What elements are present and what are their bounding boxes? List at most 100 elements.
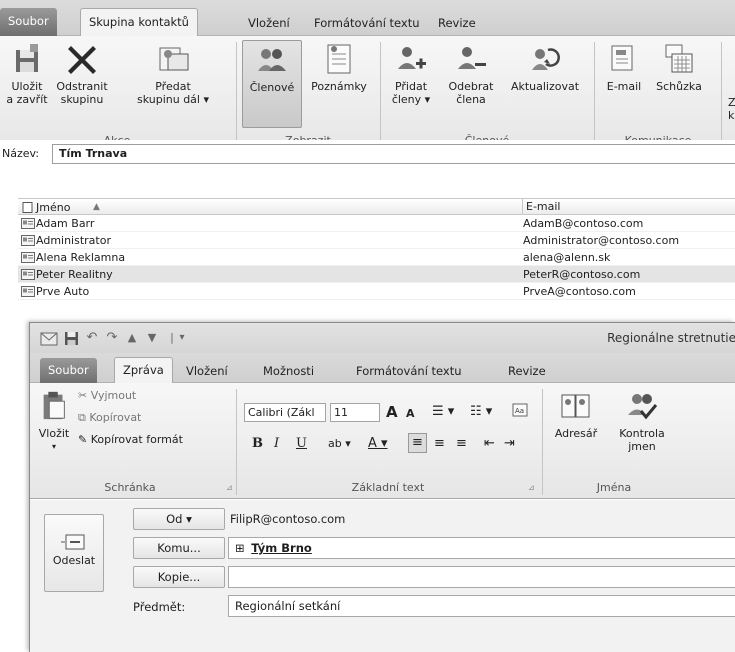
send-label: Odeslat	[52, 554, 96, 567]
forward-group-label-2: skupinu dál ▾	[136, 93, 209, 106]
tab-file[interactable]: Soubor	[40, 358, 97, 383]
compose-header: Odeslat Od ▾ FilipR@contoso.com Komu... …	[30, 500, 735, 652]
dialog-launcher-icon[interactable]: ⊿	[226, 483, 233, 492]
member-row[interactable]: Peter Realitny PeterR@contoso.com	[18, 266, 735, 283]
contact-card-icon	[21, 218, 35, 229]
align-center-icon[interactable]: ≡	[434, 435, 445, 453]
tab-review[interactable]: Revize	[500, 361, 554, 383]
next-item-icon[interactable]: ▼	[144, 330, 160, 346]
align-left-icon[interactable]: ≡	[408, 433, 427, 453]
update-now-button[interactable]: Aktualizovat	[504, 42, 586, 93]
remove-member-button[interactable]: Odebrat člena	[440, 42, 502, 106]
notes-view-label: Poznámky	[311, 80, 367, 93]
member-row[interactable]: Alena Reklamna alena@alenn.sk	[18, 249, 735, 266]
highlight-icon[interactable]: ab ▾	[328, 435, 351, 453]
member-name: Administrator	[36, 234, 111, 247]
send-icon	[61, 534, 85, 550]
shrink-font-icon[interactable]: A	[406, 405, 415, 423]
grow-font-icon[interactable]: A	[386, 403, 398, 421]
redo-icon[interactable]: ↷	[104, 330, 120, 346]
tab-insert[interactable]: Vložení	[240, 12, 298, 36]
bold-icon[interactable]: B	[252, 435, 263, 453]
align-right-icon[interactable]: ≡	[456, 435, 467, 453]
group-label-names: Jména	[596, 481, 632, 494]
customize-qat-icon[interactable]: ▾	[174, 330, 190, 346]
member-email: Administrator@contoso.com	[523, 234, 680, 247]
group-separator	[236, 389, 237, 495]
check-names-button[interactable]: Kontrola jmen	[610, 389, 674, 453]
email-button[interactable]: E-mail	[604, 42, 644, 93]
increase-indent-icon[interactable]: ⇥	[504, 435, 515, 453]
column-header-name[interactable]: Jméno	[36, 201, 70, 214]
numbering-icon[interactable]: ☷ ▾	[470, 403, 492, 421]
save-close-button[interactable]: Uložit a zavřít	[0, 42, 54, 106]
add-members-button[interactable]: Přidat členy ▾	[386, 42, 436, 106]
font-size-combo[interactable]: 11	[330, 403, 380, 422]
save-close-icon	[16, 44, 38, 72]
clear-formatting-icon[interactable]: Aa	[512, 403, 528, 419]
dialog-launcher-icon[interactable]: ⊿	[528, 483, 535, 492]
notes-icon	[327, 44, 351, 74]
copy-label: Kopírovat	[89, 411, 142, 424]
expand-group-icon[interactable]: ⊞	[235, 541, 245, 555]
ribbon-cutoff-label-1: Z	[728, 96, 735, 109]
notes-view-button[interactable]: Poznámky	[304, 42, 374, 93]
member-row[interactable]: Administrator Administrator@contoso.com	[18, 232, 735, 249]
add-members-label-2: členy ▾	[391, 93, 431, 106]
paste-button[interactable]: Vložit ▾	[34, 387, 74, 453]
sort-arrow-icon: ▲	[93, 202, 100, 212]
delete-group-button[interactable]: Odstranit skupinu	[50, 42, 114, 106]
member-row[interactable]: Prve Auto PrveA@contoso.com	[18, 283, 735, 300]
email-icon	[611, 45, 633, 71]
tab-format-text[interactable]: Formátování textu	[348, 361, 470, 383]
to-button[interactable]: Komu...	[133, 537, 225, 559]
send-button[interactable]: Odeslat	[44, 514, 104, 592]
tab-review[interactable]: Revize	[430, 12, 484, 36]
svg-text:Aa: Aa	[515, 407, 524, 415]
tab-format-text[interactable]: Formátování textu	[306, 12, 428, 36]
contact-card-icon	[21, 286, 35, 297]
member-email: PeterR@contoso.com	[523, 268, 641, 281]
member-email: alena@alenn.sk	[523, 251, 611, 264]
cc-field[interactable]	[228, 566, 735, 588]
check-names-icon	[628, 394, 658, 420]
message-window-title: Regionálne stretnutie	[607, 331, 735, 345]
group-name-input[interactable]: Tím Trnava	[52, 144, 735, 164]
underline-icon[interactable]: U	[296, 435, 307, 453]
forward-group-button[interactable]: Předat skupinu dál ▾	[114, 42, 232, 106]
tab-options[interactable]: Možnosti	[255, 361, 322, 383]
undo-icon[interactable]: ↶	[84, 330, 100, 346]
font-name-combo[interactable]: Calibri (Zákl	[244, 403, 326, 422]
meeting-button[interactable]: Schůzka	[646, 42, 712, 93]
to-recipient-group[interactable]: Tým Brno	[251, 541, 312, 555]
bullets-icon[interactable]: ☰ ▾	[432, 403, 454, 421]
contact-card-icon	[21, 235, 35, 246]
column-header-email[interactable]: E-mail	[522, 199, 561, 214]
cut-button[interactable]: ✂ Vyjmout	[78, 389, 136, 402]
message-app-icon[interactable]	[40, 330, 58, 346]
decrease-indent-icon[interactable]: ⇤	[484, 435, 495, 453]
cc-button[interactable]: Kopie...	[133, 566, 225, 588]
to-field[interactable]: ⊞ Tým Brno	[228, 537, 735, 559]
tab-file[interactable]: Soubor	[0, 8, 57, 36]
email-label: E-mail	[606, 80, 642, 93]
tab-contact-group[interactable]: Skupina kontaktů	[80, 8, 198, 37]
font-color-icon[interactable]: A ▾	[368, 435, 388, 453]
from-value: FilipR@contoso.com	[230, 512, 346, 526]
cut-icon: ✂	[78, 389, 91, 402]
save-icon[interactable]	[64, 331, 79, 346]
previous-item-icon[interactable]: ▲	[124, 330, 140, 346]
group-name-bar: Název: Tím Trnava	[0, 140, 735, 166]
address-book-button[interactable]: Adresář	[544, 389, 608, 440]
member-row[interactable]: Adam Barr AdamB@contoso.com	[18, 215, 735, 232]
tab-message[interactable]: Zpráva	[114, 357, 173, 384]
remove-member-label-2: člena	[456, 93, 486, 106]
tab-insert[interactable]: Vložení	[178, 361, 236, 383]
members-view-button[interactable]: Členové	[242, 40, 302, 128]
subject-field[interactable]: Regionální setkání	[228, 595, 735, 617]
ribbon-cutoff-button[interactable]: Z k	[728, 96, 735, 122]
italic-icon[interactable]: I	[274, 435, 279, 453]
format-painter-button[interactable]: ✎ Kopírovat formát	[78, 433, 183, 446]
from-button[interactable]: Od ▾	[133, 508, 225, 530]
copy-button[interactable]: ⧉ Kopírovat	[78, 411, 141, 425]
